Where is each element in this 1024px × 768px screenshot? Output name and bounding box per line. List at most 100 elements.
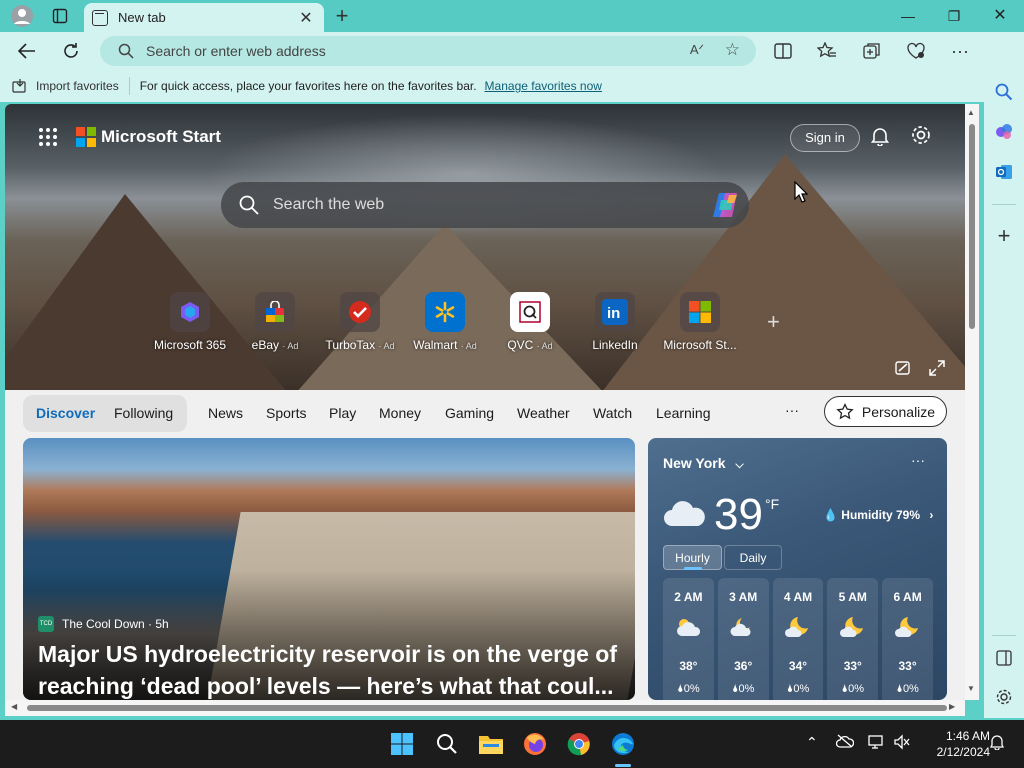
quick-link-qvc[interactable]: QVC · Ad — [485, 292, 575, 352]
news-headline[interactable]: Major US hydroelectricity reservoir is o… — [38, 638, 628, 700]
back-button[interactable] — [12, 37, 42, 65]
tab-actions-icon[interactable] — [46, 4, 74, 28]
import-favorites-button[interactable]: Import favorites — [12, 79, 119, 93]
tab-watch[interactable]: Watch — [593, 405, 632, 421]
hour-forecast[interactable]: 5 AM 33° 🌢0% — [827, 578, 879, 700]
sidebar-settings-icon[interactable] — [992, 685, 1016, 709]
new-tab-button[interactable]: + — [330, 5, 354, 27]
quick-link-turbotax[interactable]: TurboTax · Ad — [315, 292, 405, 352]
search-icon — [118, 43, 134, 59]
weather-location[interactable]: New York ⌵ — [663, 455, 744, 472]
horizontal-scroll-thumb[interactable] — [27, 705, 947, 711]
volume-muted-icon[interactable] — [894, 734, 910, 753]
close-window-button[interactable]: ✕ — [978, 4, 1022, 28]
manage-favorites-link[interactable]: Manage favorites now — [485, 79, 602, 93]
file-explorer-icon[interactable] — [477, 730, 505, 758]
background-info-icon[interactable] — [895, 360, 911, 380]
news-card[interactable]: TCD The Cool Down · 5h Major US hydroele… — [23, 438, 635, 700]
hour-forecast[interactable]: 3 AM 36° 🌢0% — [717, 578, 769, 700]
minimize-button[interactable]: — — [886, 4, 930, 28]
restore-button[interactable]: ❐ — [932, 4, 976, 28]
chrome-icon[interactable] — [565, 730, 593, 758]
vertical-scrollbar[interactable]: ▲ ▼ — [965, 104, 979, 700]
personalize-button[interactable]: Personalize — [824, 396, 947, 427]
scroll-down-arrow-icon[interactable]: ▼ — [967, 684, 975, 693]
current-temperature: 39 — [714, 490, 763, 539]
copilot-search-icon[interactable] — [711, 191, 741, 219]
refresh-button[interactable] — [56, 37, 86, 65]
hour-precip: 🌢0% — [896, 683, 919, 695]
tab-gaming[interactable]: Gaming — [445, 405, 494, 421]
temperature-unit[interactable]: °F — [765, 496, 779, 512]
hide-sidebar-icon[interactable] — [992, 646, 1016, 670]
precip-drop-icon: 🌢 — [896, 683, 903, 695]
expand-background-icon[interactable] — [929, 360, 945, 380]
quick-link-microsoft-store[interactable]: Microsoft St... — [655, 292, 745, 352]
notifications-bell-icon[interactable] — [870, 126, 890, 151]
quick-link-microsoft-365[interactable]: Microsoft 365 — [145, 292, 235, 352]
close-tab-icon[interactable]: ✕ — [296, 8, 316, 28]
tab-play[interactable]: Play — [329, 405, 356, 421]
network-icon[interactable] — [868, 734, 886, 753]
tab-sports[interactable]: Sports — [266, 405, 306, 421]
sidebar-search-icon[interactable] — [992, 80, 1016, 104]
quick-link-ebay[interactable]: eBay · Ad — [230, 292, 320, 352]
tab-following[interactable]: Following — [114, 405, 173, 421]
tab-news[interactable]: News — [208, 405, 243, 421]
show-hidden-icons-chevron-icon[interactable]: ⌃ — [806, 734, 818, 751]
taskbar-search-icon[interactable] — [433, 730, 461, 758]
tab-discover[interactable]: Discover — [36, 405, 95, 421]
add-favorite-star-icon[interactable]: ☆ — [725, 40, 740, 60]
app-launcher-icon[interactable] — [39, 128, 57, 146]
tab-hourly[interactable]: Hourly — [663, 545, 722, 570]
collections-icon[interactable] — [861, 41, 883, 61]
add-quick-link-icon[interactable]: + — [767, 309, 780, 335]
vertical-scroll-thumb[interactable] — [969, 124, 975, 329]
horizontal-scrollbar[interactable]: ◀ ▶ — [5, 700, 965, 716]
browser-essentials-icon[interactable] — [905, 41, 927, 61]
brand-title[interactable]: Microsoft Start — [101, 127, 221, 147]
news-source[interactable]: TCD The Cool Down · 5h — [38, 616, 169, 632]
sidebar-copilot-icon[interactable] — [992, 120, 1016, 144]
hour-precip: 🌢0% — [786, 683, 810, 695]
tab-learning[interactable]: Learning — [656, 405, 711, 421]
mouse-cursor-icon — [794, 181, 808, 203]
web-search-box[interactable]: Search the web — [221, 182, 749, 228]
profile-avatar-icon[interactable] — [8, 4, 36, 28]
firefox-icon[interactable] — [521, 730, 549, 758]
personalize-star-icon — [836, 402, 854, 419]
hour-time: 5 AM — [838, 590, 867, 604]
sidebar-add-icon[interactable]: + — [992, 223, 1016, 248]
read-aloud-icon[interactable]: Aᐟ — [690, 42, 704, 58]
hour-precip: 🌢0% — [841, 683, 865, 695]
scroll-right-arrow-icon[interactable]: ▶ — [949, 702, 955, 711]
windows-start-icon[interactable] — [388, 730, 416, 758]
quick-link-walmart[interactable]: Walmart · Ad — [400, 292, 490, 352]
weather-more-options-icon[interactable]: ··· — [911, 452, 925, 468]
onedrive-cloud-icon[interactable] — [835, 734, 855, 751]
tab-daily[interactable]: Daily — [724, 545, 782, 570]
settings-and-more-icon[interactable]: ··· — [949, 41, 971, 61]
hour-forecast[interactable]: 6 AM 33° 🌢0% — [882, 578, 933, 700]
tab-weather[interactable]: Weather — [517, 405, 570, 421]
edge-icon[interactable] — [609, 730, 637, 758]
more-tabs-button[interactable]: ··· — [785, 402, 799, 418]
page-settings-gear-icon[interactable] — [910, 124, 932, 152]
favorites-icon[interactable] — [816, 41, 838, 61]
system-clock[interactable]: 1:46 AM 2/12/2024 — [918, 728, 990, 760]
notification-bell-icon[interactable] — [989, 734, 1005, 753]
hour-temp: 33° — [898, 659, 917, 673]
hour-forecast[interactable]: 4 AM 34° 🌢0% — [772, 578, 824, 700]
tab-new-tab[interactable]: New tab ✕ — [84, 3, 324, 32]
humidity-reading[interactable]: 💧 Humidity 79% › — [823, 508, 933, 522]
address-bar[interactable]: Search or enter web address Aᐟ ☆ — [100, 36, 756, 66]
sidebar-outlook-icon[interactable] — [992, 160, 1016, 184]
split-screen-icon[interactable] — [772, 41, 794, 61]
tab-money[interactable]: Money — [379, 405, 421, 421]
scroll-left-arrow-icon[interactable]: ◀ — [11, 702, 17, 711]
hour-forecast[interactable]: 2 AM 38° 🌢0% — [663, 578, 714, 700]
weather-card[interactable]: New York ⌵ ··· 39 °F 💧 Humidity 79% › Ho… — [648, 438, 947, 700]
quick-link-linkedin[interactable]: in LinkedIn — [570, 292, 660, 352]
sign-in-button[interactable]: Sign in — [790, 124, 860, 152]
scroll-up-arrow-icon[interactable]: ▲ — [967, 108, 975, 117]
